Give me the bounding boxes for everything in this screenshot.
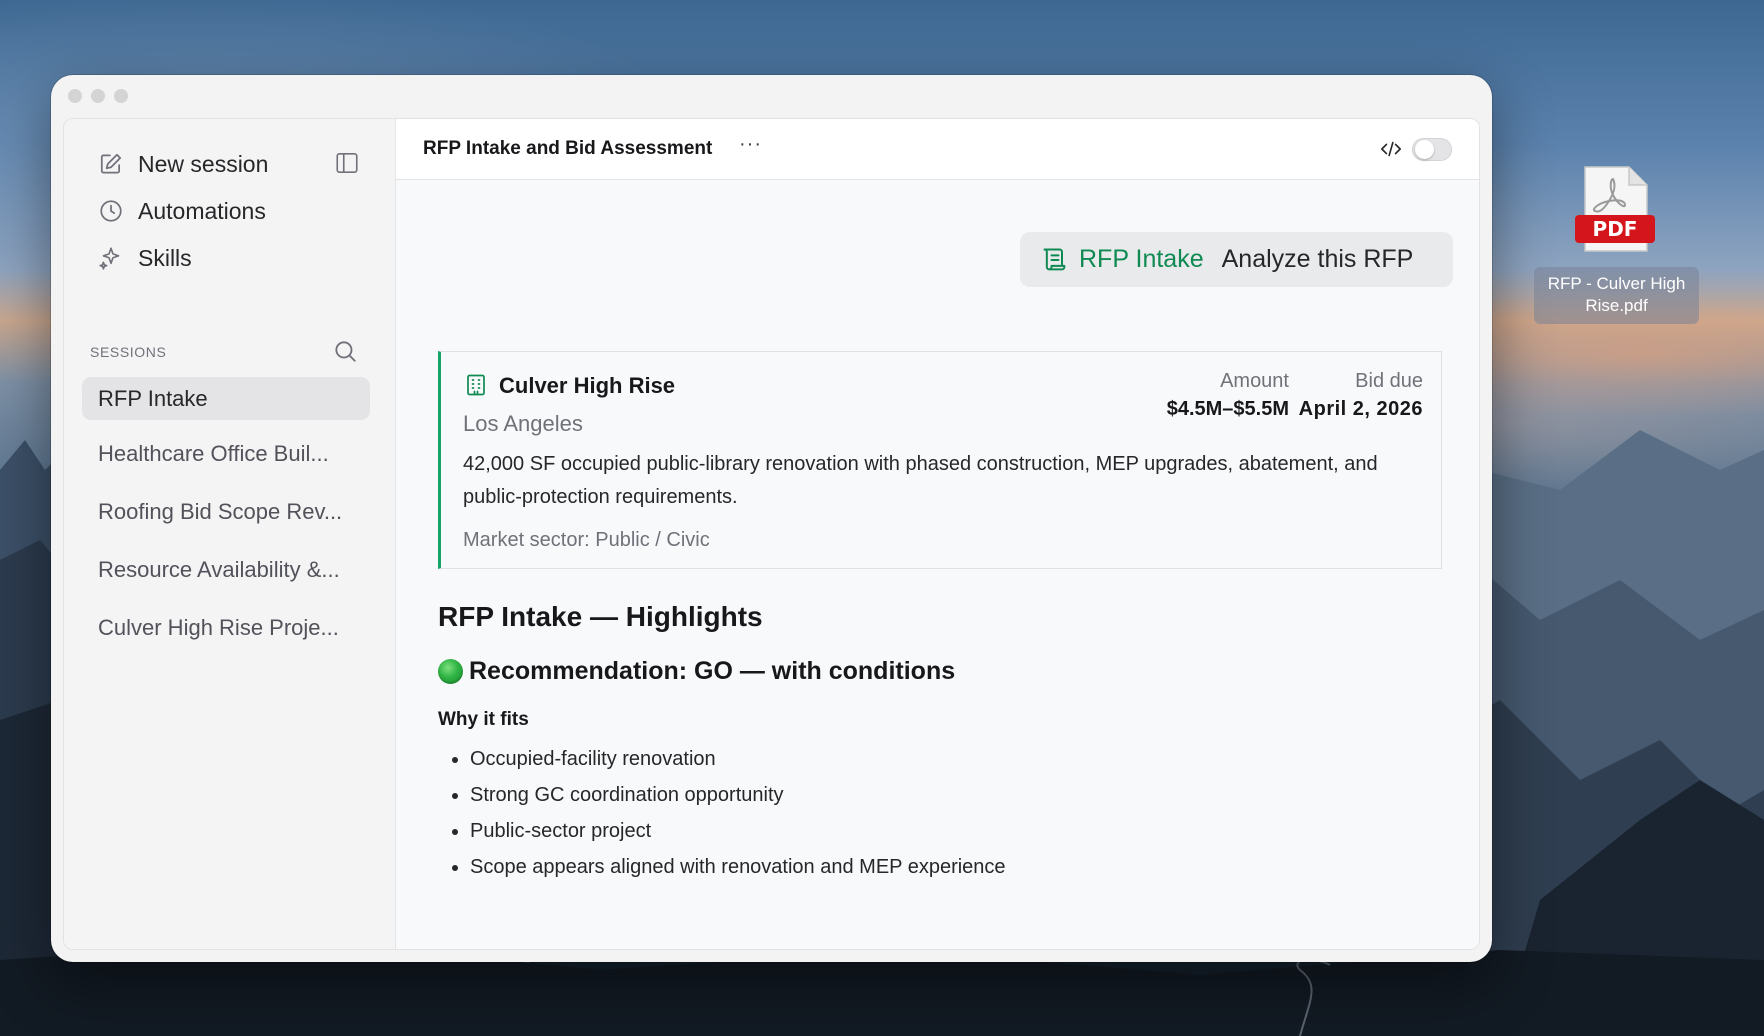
bid-due-value: April 2, 2026 (1298, 398, 1423, 420)
list-item: Scope appears aligned with renovation an… (450, 849, 1006, 885)
list-item: Strong GC coordination opportunity (450, 777, 1006, 813)
sparkle-icon (99, 247, 120, 270)
automations-label: Automations (138, 197, 266, 224)
session-item-healthcare-office[interactable]: Healthcare Office Buil... (82, 432, 370, 475)
session-item-culver-high-rise[interactable]: Culver High Rise Proje... (82, 606, 370, 649)
close-window-button[interactable] (68, 89, 82, 103)
code-icon[interactable] (1380, 139, 1402, 159)
amount-value: $4.5M–$5.5M (1166, 398, 1289, 420)
toggle-knob (1415, 140, 1434, 159)
highlights-heading: RFP Intake — Highlights (438, 601, 763, 632)
pdf-file-icon[interactable]: PDF (1573, 165, 1659, 255)
recommendation-text: Recommendation: GO — with conditions (469, 657, 956, 685)
sidebar-toggle-icon[interactable] (334, 150, 360, 176)
session-item-resource-availability[interactable]: Resource Availability &... (82, 548, 370, 591)
automations-button[interactable]: Automations (98, 193, 266, 229)
edit-icon (100, 153, 122, 174)
window-controls (68, 89, 128, 103)
green-circle-icon (438, 659, 463, 684)
why-it-fits-heading: Why it fits (438, 709, 529, 730)
building-icon (467, 374, 485, 396)
skills-button[interactable]: Skills (98, 240, 192, 276)
recommendation-heading: Recommendation: GO — with conditions (438, 657, 955, 686)
page-title: RFP Intake and Bid Assessment (423, 138, 713, 159)
app-content: New session Automations Skills SESSIONS … (63, 118, 1480, 950)
fit-reasons-list: Occupied-facility renovation Strong GC c… (450, 741, 1006, 885)
pdf-badge-text: PDF (1593, 217, 1638, 241)
pdf-file-name[interactable]: RFP - Culver High Rise.pdf (1534, 267, 1699, 324)
list-item: Occupied-facility renovation (450, 741, 1006, 777)
amount-label: Amount (1220, 370, 1289, 392)
skills-label: Skills (138, 244, 192, 271)
sessions-header: SESSIONS (90, 344, 167, 360)
top-bar: RFP Intake and Bid Assessment ··· (396, 119, 1479, 180)
project-title: Culver High Rise (499, 373, 676, 398)
user-message-bubble: RFP Intake Analyze this RFP (1020, 232, 1453, 287)
project-description: 42,000 SF occupied public-library renova… (463, 453, 1378, 508)
minimize-window-button[interactable] (91, 89, 105, 103)
clock-icon (100, 200, 122, 222)
search-icon[interactable] (332, 338, 358, 364)
scroll-icon (1043, 248, 1066, 270)
skill-tag: RFP Intake (1079, 245, 1204, 273)
list-item: Public-sector project (450, 813, 1006, 849)
code-view-toggle[interactable] (1412, 138, 1452, 161)
app-window: New session Automations Skills SESSIONS … (51, 75, 1492, 962)
session-item-roofing-bid[interactable]: Roofing Bid Scope Rev... (82, 490, 370, 533)
more-options-button[interactable]: ··· (739, 133, 762, 156)
zoom-window-button[interactable] (114, 89, 128, 103)
session-item-rfp-intake[interactable]: RFP Intake (82, 377, 370, 420)
new-session-button[interactable]: New session (98, 146, 268, 182)
market-sector: Market sector: Public / Civic (463, 529, 710, 551)
sidebar: New session Automations Skills SESSIONS … (64, 119, 396, 949)
project-card: Culver High Rise Los Angeles Amount $4.5… (438, 351, 1442, 569)
bid-due-label: Bid due (1355, 370, 1423, 392)
project-city: Los Angeles (463, 411, 583, 436)
main-panel: RFP Intake and Bid Assessment ··· RFP In… (396, 119, 1479, 949)
user-message-text: Analyze this RFP (1221, 245, 1414, 273)
new-session-label: New session (138, 150, 269, 177)
